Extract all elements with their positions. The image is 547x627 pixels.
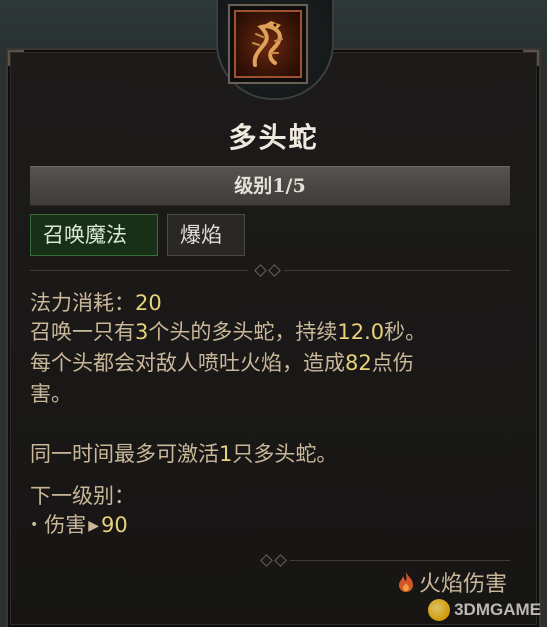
next-stat-label: 伤害 <box>44 513 87 537</box>
desc-line-3: 害。 <box>30 379 72 410</box>
next-stat-value: 90 <box>101 513 128 537</box>
mana-cost-line: 法力消耗：20 <box>30 288 162 319</box>
desc-text: 秒。 <box>384 320 427 344</box>
arrow-right-icon: ▶ <box>88 518 100 534</box>
desc-text: 点伤 <box>371 351 414 375</box>
desc-text: 同一时间最多可激活 <box>30 442 219 466</box>
desc-text: 每个头都会对敌人喷吐火焰，造成 <box>30 351 345 375</box>
limit-count: 1 <box>219 442 233 466</box>
mana-cost-label: 法力消耗： <box>30 291 135 315</box>
tag-summon-magic: 召唤魔法 <box>30 214 158 256</box>
desc-text: 只多头蛇。 <box>232 442 338 466</box>
next-rank-text: 下一级别： <box>30 484 135 508</box>
desc-line-1: 召唤一只有3个头的多头蛇，持续12.0秒。 <box>30 317 426 348</box>
skill-rank-bar: 级别1/5 <box>30 166 510 206</box>
desc-text: 害。 <box>30 382 72 406</box>
mana-cost-value: 20 <box>135 291 162 315</box>
watermark: 3DMGAME <box>428 599 541 621</box>
panel-corner-ornament <box>523 50 539 66</box>
skill-name: 多头蛇 <box>228 121 319 154</box>
damage-type-label: 火焰伤害 <box>418 572 507 597</box>
divider-top-left <box>30 270 248 271</box>
damage-value: 82 <box>345 351 372 375</box>
flame-icon <box>398 572 413 592</box>
tag-pyromancy: 爆焰 <box>167 214 245 256</box>
limit-line: 同一时间最多可激活1只多头蛇。 <box>30 439 337 470</box>
watermark-text: 3DMGAME <box>454 600 541 619</box>
duration-value: 12.0 <box>337 320 385 344</box>
panel-corner-ornament <box>8 50 24 66</box>
divider-bottom <box>290 560 510 561</box>
next-rank-label: 下一级别： <box>30 481 135 512</box>
skill-icon <box>228 4 308 84</box>
desc-text: 召唤一只有 <box>30 320 135 344</box>
bullet-icon: • <box>30 517 39 533</box>
skill-rank: 级别1/5 <box>234 175 306 197</box>
heads-count: 3 <box>135 320 149 344</box>
hydra-icon <box>252 21 283 67</box>
desc-line-2: 每个头都会对敌人喷吐火焰，造成82点伤 <box>30 348 414 379</box>
divider-top-right <box>284 270 510 271</box>
desc-text: 个头的多头蛇，持续 <box>148 320 338 344</box>
next-rank-stat: • 伤害 ▶90 <box>30 510 128 544</box>
damage-type: 火焰伤害 <box>397 566 507 598</box>
watermark-logo-icon <box>428 599 451 621</box>
